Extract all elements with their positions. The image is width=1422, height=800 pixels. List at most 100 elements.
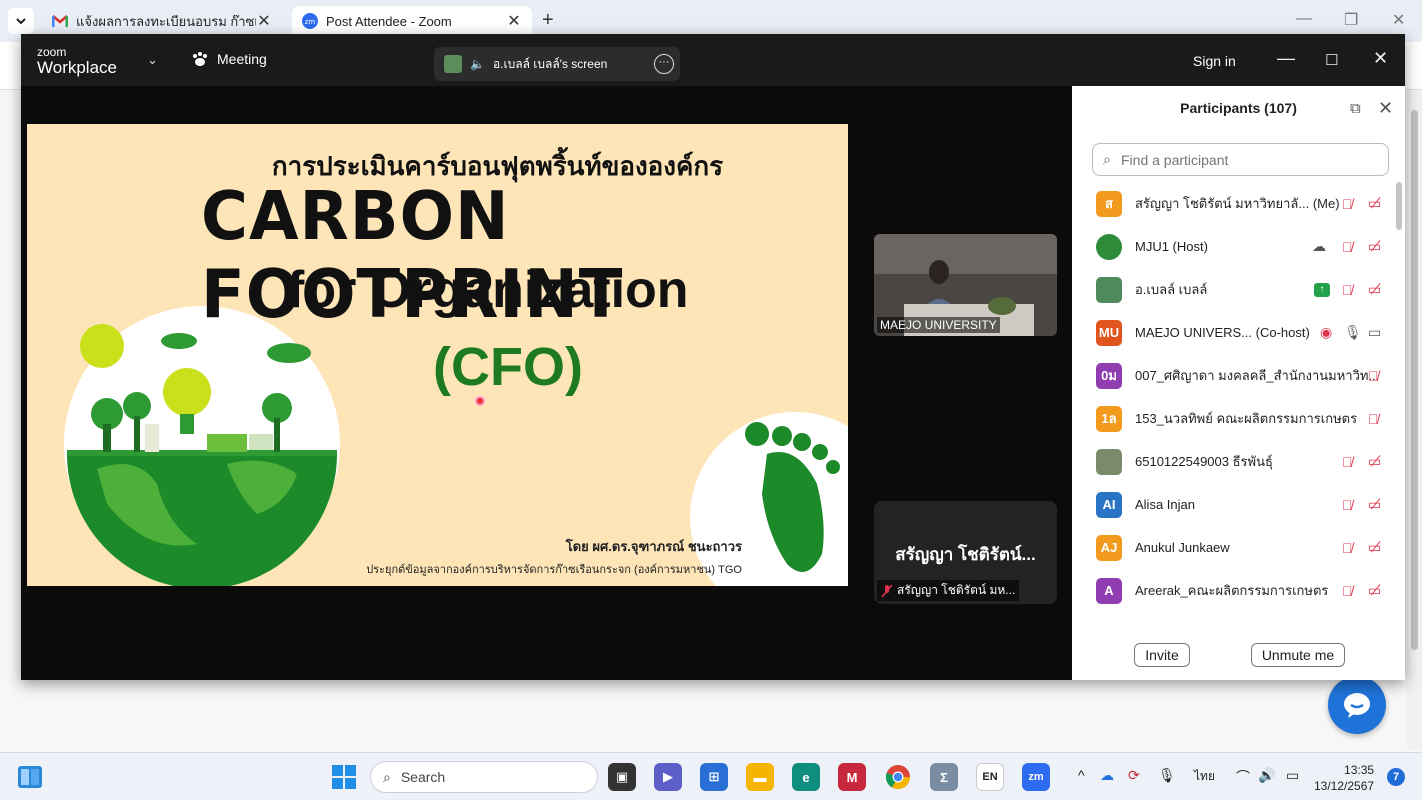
- avatar: AJ: [1096, 534, 1122, 561]
- close-icon[interactable]: ✕: [1378, 98, 1393, 119]
- teams-icon[interactable]: ▶: [654, 763, 682, 791]
- avatar: A: [1096, 577, 1122, 604]
- calculator-icon[interactable]: Σ: [930, 763, 958, 791]
- list-item[interactable]: 6510122549003 ธีรพันธุ์ 🎙̸ ▭̸: [1072, 440, 1392, 483]
- chevron-down-icon: [16, 18, 26, 25]
- unmute-me-button[interactable]: Unmute me: [1251, 643, 1345, 667]
- video-icon[interactable]: ▭: [1368, 324, 1381, 341]
- page-scrollbar[interactable]: [1407, 90, 1422, 750]
- list-item[interactable]: AI Alisa Injan 🎙̸ ▭̸: [1072, 483, 1392, 526]
- chat-bubble-icon: [1344, 693, 1370, 718]
- onedrive-icon[interactable]: ☁: [1100, 767, 1114, 784]
- widgets-icon[interactable]: [16, 763, 44, 791]
- mic-muted-icon[interactable]: 🎙̸: [1368, 368, 1379, 384]
- notification-badge[interactable]: 7: [1387, 768, 1405, 786]
- avatar: [1096, 233, 1122, 260]
- mic-icon[interactable]: 🎙: [1158, 767, 1176, 784]
- video-off-icon[interactable]: ▭̸: [1368, 582, 1381, 599]
- tab-search-button[interactable]: [8, 8, 34, 34]
- mic-muted-icon[interactable]: 🎙̸: [1368, 411, 1379, 427]
- chat-button[interactable]: [1328, 676, 1386, 734]
- close-tab-button[interactable]: ✕: [256, 11, 272, 31]
- participant-search-input[interactable]: [1092, 143, 1389, 176]
- list-item[interactable]: 1ล 153_นวลทิพย์ คณะผลิตกรรมการเกษตร 🎙̸: [1072, 397, 1392, 440]
- minimize-icon[interactable]: —: [1277, 48, 1295, 69]
- self-name: สรัญญา โชติรัตน์...: [895, 545, 1036, 564]
- mic-muted-icon[interactable]: 🎙̸: [1342, 282, 1353, 298]
- minimize-icon[interactable]: —: [1296, 10, 1312, 28]
- zoom-app-icon[interactable]: zm: [1022, 763, 1050, 791]
- input-language[interactable]: ไทย: [1194, 767, 1215, 786]
- chevron-down-icon[interactable]: ⌄: [147, 52, 158, 68]
- store-icon[interactable]: ⊞: [700, 763, 728, 791]
- invite-button[interactable]: Invite: [1134, 643, 1190, 667]
- participant-scrollbar[interactable]: [1395, 182, 1403, 626]
- start-icon[interactable]: [330, 763, 358, 791]
- clock[interactable]: 13:35 13/12/2567: [1314, 762, 1374, 794]
- taskbar-search[interactable]: ⌕ Search: [370, 761, 598, 793]
- close-tab-button[interactable]: ✕: [506, 11, 522, 31]
- new-tab-button[interactable]: +: [542, 9, 554, 32]
- slide-source: ประยุกต์ข้อมูลจากองค์การบริหารจัดการก๊าซ…: [366, 564, 742, 576]
- pop-out-icon[interactable]: ⧉: [1350, 100, 1361, 117]
- participant-name: MJU1 (Host): [1135, 239, 1208, 254]
- chevron-up-icon[interactable]: ^: [1078, 767, 1085, 783]
- list-item[interactable]: ส สรัญญา โชติรัตน์ มหาวิทยาลั... (Me) 🎙̸…: [1072, 182, 1392, 225]
- sync-icon[interactable]: ⟳: [1128, 767, 1140, 784]
- participant-name: MAEJO UNIVERS... (Co-host): [1135, 325, 1310, 340]
- screen-share-indicator[interactable]: 🔈 อ.เบลล์ เบลล์'s screen ···: [434, 47, 680, 81]
- scroll-thumb[interactable]: [1396, 182, 1402, 230]
- participant-name: 007_ศศิญาดา มงคลคลี_สำนักงานมหาวิท...: [1135, 368, 1380, 383]
- self-video-tile[interactable]: สรัญญา โชติรัตน์... สรัญญา โชติรัตน์ มห.…: [874, 501, 1057, 604]
- wifi-icon[interactable]: ⌒: [1236, 767, 1250, 787]
- list-item[interactable]: AJ Anukul Junkaew 🎙̸ ▭̸: [1072, 526, 1392, 569]
- avatar: ส: [1096, 190, 1122, 217]
- volume-icon[interactable]: 🔊: [1258, 767, 1275, 784]
- battery-icon[interactable]: ▭: [1286, 767, 1299, 784]
- video-off-icon[interactable]: ▭̸: [1368, 539, 1381, 556]
- video-off-icon[interactable]: ▭̸: [1368, 496, 1381, 513]
- speaker-video-tile[interactable]: MAEJO UNIVERSITY: [874, 234, 1057, 336]
- avatar: [444, 55, 462, 73]
- scroll-thumb[interactable]: [1411, 110, 1418, 650]
- participant-name: 153_นวลทิพย์ คณะผลิตกรรมการเกษตร: [1135, 411, 1358, 426]
- list-item[interactable]: MU MAEJO UNIVERS... (Co-host) ◉ 🎙 ▭: [1072, 311, 1392, 354]
- edge-icon[interactable]: e: [792, 763, 820, 791]
- list-item[interactable]: MJU1 (Host) ☁ 🎙̸ ▭̸: [1072, 225, 1392, 268]
- language-indicator[interactable]: EN: [976, 763, 1004, 791]
- mic-muted-icon[interactable]: 🎙̸: [1342, 454, 1353, 470]
- close-window-icon[interactable]: ✕: [1392, 10, 1405, 30]
- browser-tab-zoom[interactable]: zm Post Attendee - Zoom ✕: [292, 6, 532, 36]
- list-item[interactable]: อ.เบลล์ เบลล์ ↑ 🎙̸ ▭̸: [1072, 268, 1392, 311]
- task-view-icon[interactable]: ▣: [608, 763, 636, 791]
- participant-name: อ.เบลล์ เบลล์: [1135, 282, 1208, 297]
- slide-author: โดย ผศ.ดร.จุฑาภรณ์ ชนะถาวร: [565, 539, 742, 554]
- video-off-icon[interactable]: ▭̸: [1368, 453, 1381, 470]
- list-item[interactable]: A Areerak_คณะผลิตกรรมการเกษตร 🎙̸ ▭̸: [1072, 569, 1392, 612]
- close-icon[interactable]: ✕: [1373, 48, 1388, 69]
- video-off-icon[interactable]: ▭̸: [1368, 281, 1381, 298]
- mic-muted-icon[interactable]: 🎙̸: [1342, 239, 1353, 255]
- mic-muted-icon[interactable]: 🎙̸: [1342, 583, 1353, 599]
- laser-pointer: [475, 396, 485, 406]
- chrome-icon[interactable]: [884, 763, 912, 791]
- video-label: MAEJO UNIVERSITY: [877, 317, 1000, 333]
- video-off-icon[interactable]: ▭̸: [1368, 195, 1381, 212]
- browser-tab-gmail[interactable]: แจ้งผลการลงทะเบียนอบรม ก๊าซเรือนก ✕: [42, 6, 282, 36]
- more-options-icon[interactable]: ···: [654, 54, 674, 74]
- mic-muted-icon: [881, 584, 893, 597]
- mic-muted-icon[interactable]: 🎙̸: [1342, 540, 1353, 556]
- video-off-icon[interactable]: ▭̸: [1368, 238, 1381, 255]
- sign-in-link[interactable]: Sign in: [1193, 53, 1236, 69]
- mic-muted-icon[interactable]: 🎙̸: [1342, 196, 1353, 212]
- meeting-menu[interactable]: Meeting: [191, 51, 267, 67]
- app-m-icon[interactable]: M: [838, 763, 866, 791]
- tab-title: แจ้งผลการลงทะเบียนอบรม ก๊าซเรือนก: [76, 13, 256, 29]
- mic-muted-icon[interactable]: 🎙̸: [1342, 497, 1353, 513]
- mic-icon[interactable]: 🎙: [1344, 324, 1362, 341]
- file-explorer-icon[interactable]: ▬: [746, 763, 774, 791]
- participant-name: 6510122549003 ธีรพันธุ์: [1135, 454, 1273, 469]
- restore-icon[interactable]: ❐: [1344, 10, 1358, 30]
- list-item[interactable]: 0ม 007_ศศิญาดา มงคลคลี_สำนักงานมหาวิท...…: [1072, 354, 1392, 397]
- maximize-icon[interactable]: ☐: [1325, 51, 1338, 69]
